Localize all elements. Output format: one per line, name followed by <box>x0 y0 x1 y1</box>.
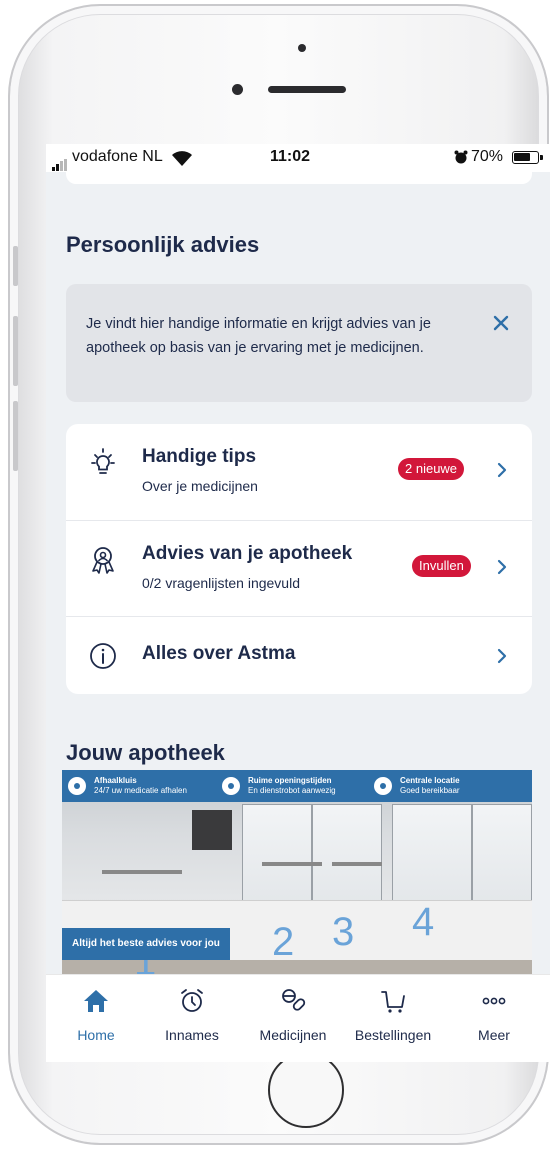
advice-list: Handige tips Over je medicijnen 2 nieuwe… <box>66 424 532 694</box>
alarm-icon <box>454 150 468 164</box>
wifi-icon <box>172 151 192 166</box>
signal-icon <box>52 153 68 171</box>
tab-label: Home <box>77 1027 115 1043</box>
list-item-handige-tips[interactable]: Handige tips Over je medicijnen 2 nieuwe <box>66 424 532 520</box>
status-bar: vodafone NL 11:02 70% <box>46 144 550 172</box>
tab-label: Medicijnen <box>259 1027 327 1043</box>
battery-icon <box>512 151 543 164</box>
feature-subtitle: En dienstrobot aanwezig <box>248 786 336 795</box>
chevron-right-icon <box>497 648 507 664</box>
feature-subtitle: Goed bereikbaar <box>400 786 460 795</box>
list-item-title: Alles over Astma <box>142 643 296 664</box>
tab-label: Meer <box>478 1027 510 1043</box>
carrier-name: vodafone NL <box>72 148 163 165</box>
section-title-pharmacy: Jouw apotheek <box>66 740 225 765</box>
award-icon <box>92 547 114 574</box>
tab-bar: Home Innames Medicijnen Bestellingen Mee… <box>46 974 550 1062</box>
list-item-astma[interactable]: Alles over Astma <box>66 616 532 694</box>
proximity-sensor <box>232 84 243 95</box>
counter-number: 4 <box>412 900 435 944</box>
location-pin-icon <box>374 777 392 795</box>
screen: vodafone NL 11:02 70% Persoonlijk advies… <box>46 144 550 1062</box>
key-icon <box>68 777 86 795</box>
clock: 11:02 <box>270 148 311 165</box>
close-icon[interactable] <box>492 314 510 332</box>
tab-bestellingen[interactable]: Bestellingen <box>343 983 443 1053</box>
section-title-advice: Persoonlijk advies <box>66 232 260 257</box>
list-item-subtitle: 0/2 vragenlijsten ingevuld <box>142 575 300 591</box>
pharmacy-banner[interactable]: 1 2 3 4 Afhaalkluis 24/7 uw medicatie af… <box>62 770 532 984</box>
earpiece-speaker <box>268 86 346 93</box>
alarm-clock-icon <box>181 989 203 1012</box>
volume-up-button <box>13 316 18 386</box>
chevron-right-icon <box>497 462 507 478</box>
mute-switch <box>13 246 18 286</box>
list-item-title: Advies van je apotheek <box>142 543 353 564</box>
volume-down-button <box>13 401 18 471</box>
banner-caption: Altijd het beste advies voor jou <box>62 928 230 960</box>
feature-subtitle: 24/7 uw medicatie afhalen <box>94 786 187 795</box>
banner-features-bar: Afhaalkluis 24/7 uw medicatie afhalen Ru… <box>62 770 532 802</box>
counter-number: 2 <box>272 920 295 964</box>
pills-icon <box>282 989 306 1011</box>
info-icon <box>90 643 116 669</box>
feature-title: Ruime openingstijden <box>248 776 332 785</box>
clock-icon <box>222 777 240 795</box>
list-item-subtitle: Over je medicijnen <box>142 478 258 494</box>
list-item-title: Handige tips <box>142 446 257 467</box>
previous-card <box>66 170 532 184</box>
fill-in-badge: Invullen <box>412 555 471 577</box>
new-badge: 2 nieuwe <box>398 458 465 480</box>
counter-number: 3 <box>332 910 355 954</box>
tab-home[interactable]: Home <box>46 983 146 1053</box>
tab-label: Innames <box>165 1027 219 1043</box>
feature-title: Centrale locatie <box>400 776 460 785</box>
home-button[interactable] <box>268 1052 344 1128</box>
front-camera <box>298 44 306 52</box>
feature-title: Afhaalkluis <box>94 776 137 785</box>
more-icon <box>482 997 506 1005</box>
tab-meer[interactable]: Meer <box>444 983 544 1053</box>
list-item-advies-apotheek[interactable]: Advies van je apotheek 0/2 vragenlijsten… <box>66 520 532 616</box>
chevron-right-icon <box>497 559 507 575</box>
tab-innames[interactable]: Innames <box>142 983 242 1053</box>
lightbulb-icon <box>91 448 115 474</box>
cart-icon <box>381 991 405 1013</box>
home-icon <box>84 990 108 1012</box>
info-box: Je vindt hier handige informatie en krij… <box>66 284 532 402</box>
info-text: Je vindt hier handige informatie en krij… <box>86 316 431 356</box>
tab-medicijnen[interactable]: Medicijnen <box>243 983 343 1053</box>
tab-label: Bestellingen <box>354 1027 432 1043</box>
battery-percentage: 70% <box>471 148 504 165</box>
